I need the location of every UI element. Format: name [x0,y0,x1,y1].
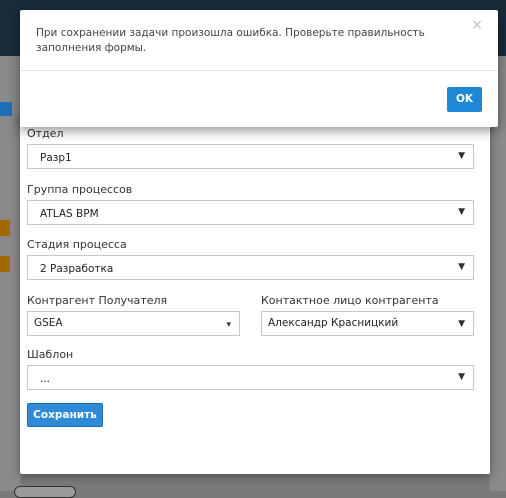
chevron-down-icon: ▼ [458,262,465,272]
process-group-value: ATLAS BPM [40,208,99,220]
template-value: ... [40,373,51,385]
department-label: Отдел [27,127,64,140]
template-select[interactable]: ... ▼ [27,365,474,390]
close-icon[interactable]: × [471,17,483,33]
process-group-label: Группа процессов [27,183,133,196]
background-pill [14,486,76,498]
recipient-value: GSEA [34,317,63,329]
process-stage-value: 2 Разработка [40,263,114,275]
error-message: При сохранении задачи произошла ошибка. … [36,27,425,54]
chevron-down-icon: ▼ [458,372,465,382]
process-stage-select[interactable]: 2 Разработка ▼ [27,255,474,280]
chevron-down-icon: ▼ [458,207,465,217]
template-label: Шаблон [27,348,74,361]
chevron-down-icon: ▼ [458,319,465,329]
process-group-select[interactable]: ATLAS BPM ▼ [27,200,474,225]
background-tag [0,102,12,116]
error-alert-dialog: При сохранении задачи произошла ошибка. … [20,10,498,127]
ok-button[interactable]: OK [447,87,482,112]
chevron-down-icon: ▾ [226,320,231,330]
dialog-divider [20,70,498,71]
background-arrow [0,220,10,236]
save-button[interactable]: Сохранить [27,403,103,427]
process-stage-label: Стадия процесса [27,238,127,251]
recipient-label: Контрагент Получателя [27,294,168,307]
recipient-select[interactable]: GSEA ▾ [27,311,240,336]
contact-value: Александр Красницкий [268,317,399,329]
background-page-left [0,56,20,491]
contact-label: Контактное лицо контрагента [261,294,439,307]
task-form-modal: Отдел Разр1 ▼ Группа процессов ATLAS BPM… [20,112,490,474]
contact-select[interactable]: Александр Красницкий ▼ [261,311,474,336]
department-select[interactable]: Разр1 ▼ [27,144,474,169]
background-arrow [0,256,10,272]
department-value: Разр1 [40,152,72,164]
chevron-down-icon: ▼ [458,151,465,161]
